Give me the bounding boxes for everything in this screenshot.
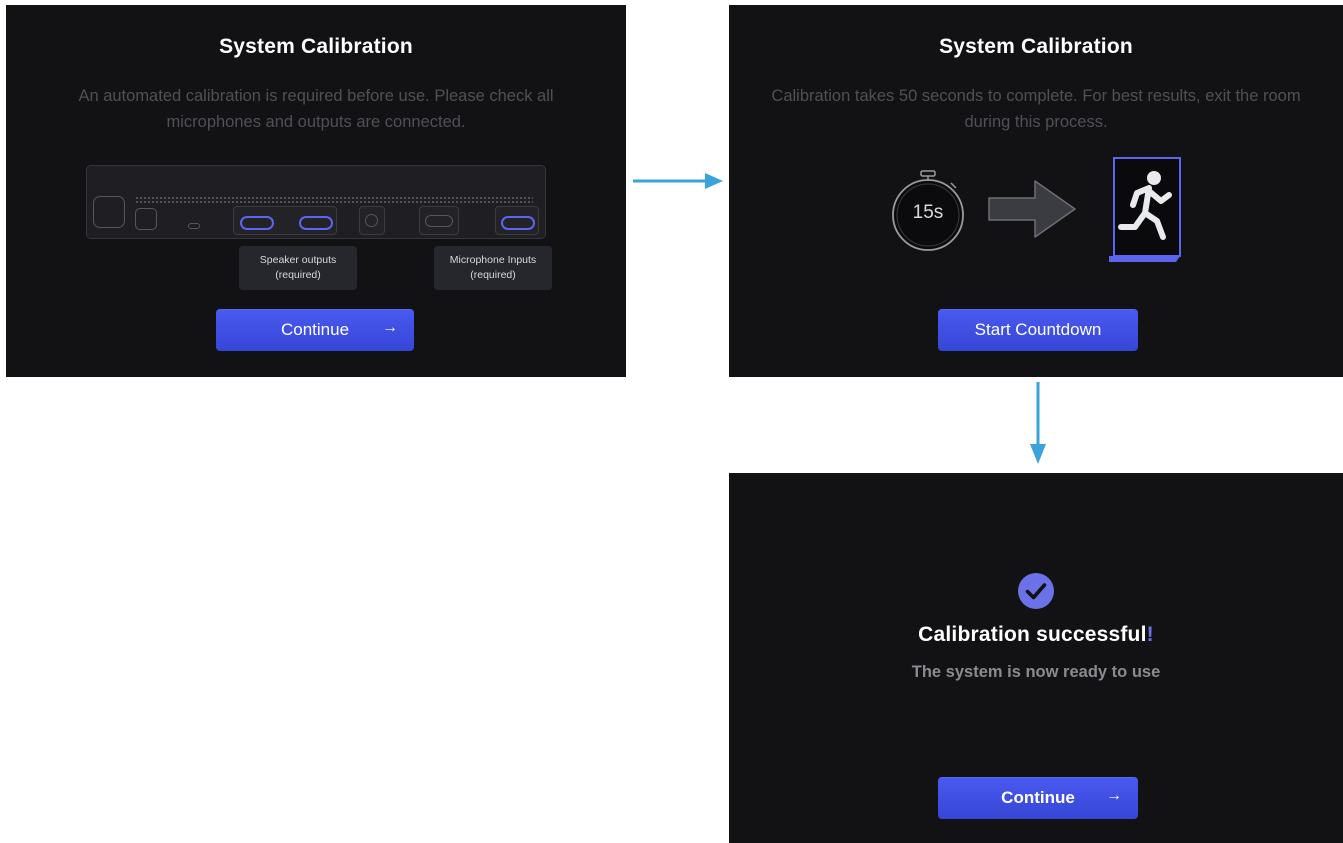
- checkmark-circle-icon: [1018, 573, 1054, 609]
- page-description: Calibration takes 50 seconds to complete…: [771, 87, 1301, 131]
- microphone-inputs-note: (required): [470, 269, 516, 281]
- success-subtitle: The system is now ready to use: [911, 663, 1161, 681]
- hdmi-port: [425, 215, 453, 227]
- arrow-right-icon: →: [1106, 787, 1122, 804]
- continue-button[interactable]: Continue →: [938, 777, 1138, 819]
- speaker-grille: [135, 196, 533, 204]
- usb-port: [135, 208, 157, 230]
- speaker-outputs-label: Speaker outputs: [259, 254, 337, 266]
- calibration-intro-screen: System Calibration An automated calibrat…: [6, 5, 626, 377]
- continue-button[interactable]: Continue →: [216, 309, 414, 351]
- right-arrow-icon: [988, 180, 1076, 238]
- aux-port: [365, 214, 378, 227]
- calibration-success-screen: Calibration successful! The system is no…: [729, 473, 1343, 843]
- flow-arrow-down-icon: [1030, 382, 1046, 464]
- status-led: [188, 223, 200, 229]
- calibration-countdown-screen: System Calibration Calibration takes 50 …: [729, 5, 1343, 377]
- mic-input-port: [501, 216, 535, 230]
- countdown-timer-label: 15s: [912, 202, 944, 223]
- continue-button-label: Continue: [1001, 788, 1075, 807]
- success-title-mark: !: [1146, 623, 1154, 646]
- audio-device-icon: [86, 165, 546, 239]
- continue-button-label: Continue: [280, 320, 350, 339]
- success-title-text: Calibration successful: [918, 623, 1147, 646]
- page-description: An automated calibration is required bef…: [78, 87, 554, 131]
- start-countdown-button-label: Start Countdown: [974, 320, 1102, 339]
- microphone-inputs-label: Microphone Inputs: [449, 254, 537, 266]
- microphone-inputs-tooltip: Microphone Inputs (required): [434, 246, 552, 290]
- page-title: System Calibration: [219, 35, 413, 58]
- power-port: [93, 196, 125, 228]
- speaker-outputs-note: (required): [275, 269, 321, 281]
- flow-arrow-right-icon: [633, 173, 723, 189]
- success-title: Calibration successful!: [729, 623, 1343, 647]
- exit-door-running-person-icon: [1109, 157, 1181, 262]
- page-title: System Calibration: [939, 35, 1133, 58]
- arrow-right-icon: →: [382, 319, 398, 336]
- start-countdown-button[interactable]: Start Countdown: [938, 309, 1138, 351]
- speaker-output-port-1: [240, 216, 274, 230]
- speaker-outputs-tooltip: Speaker outputs (required): [239, 246, 357, 290]
- speaker-output-port-2: [299, 216, 333, 230]
